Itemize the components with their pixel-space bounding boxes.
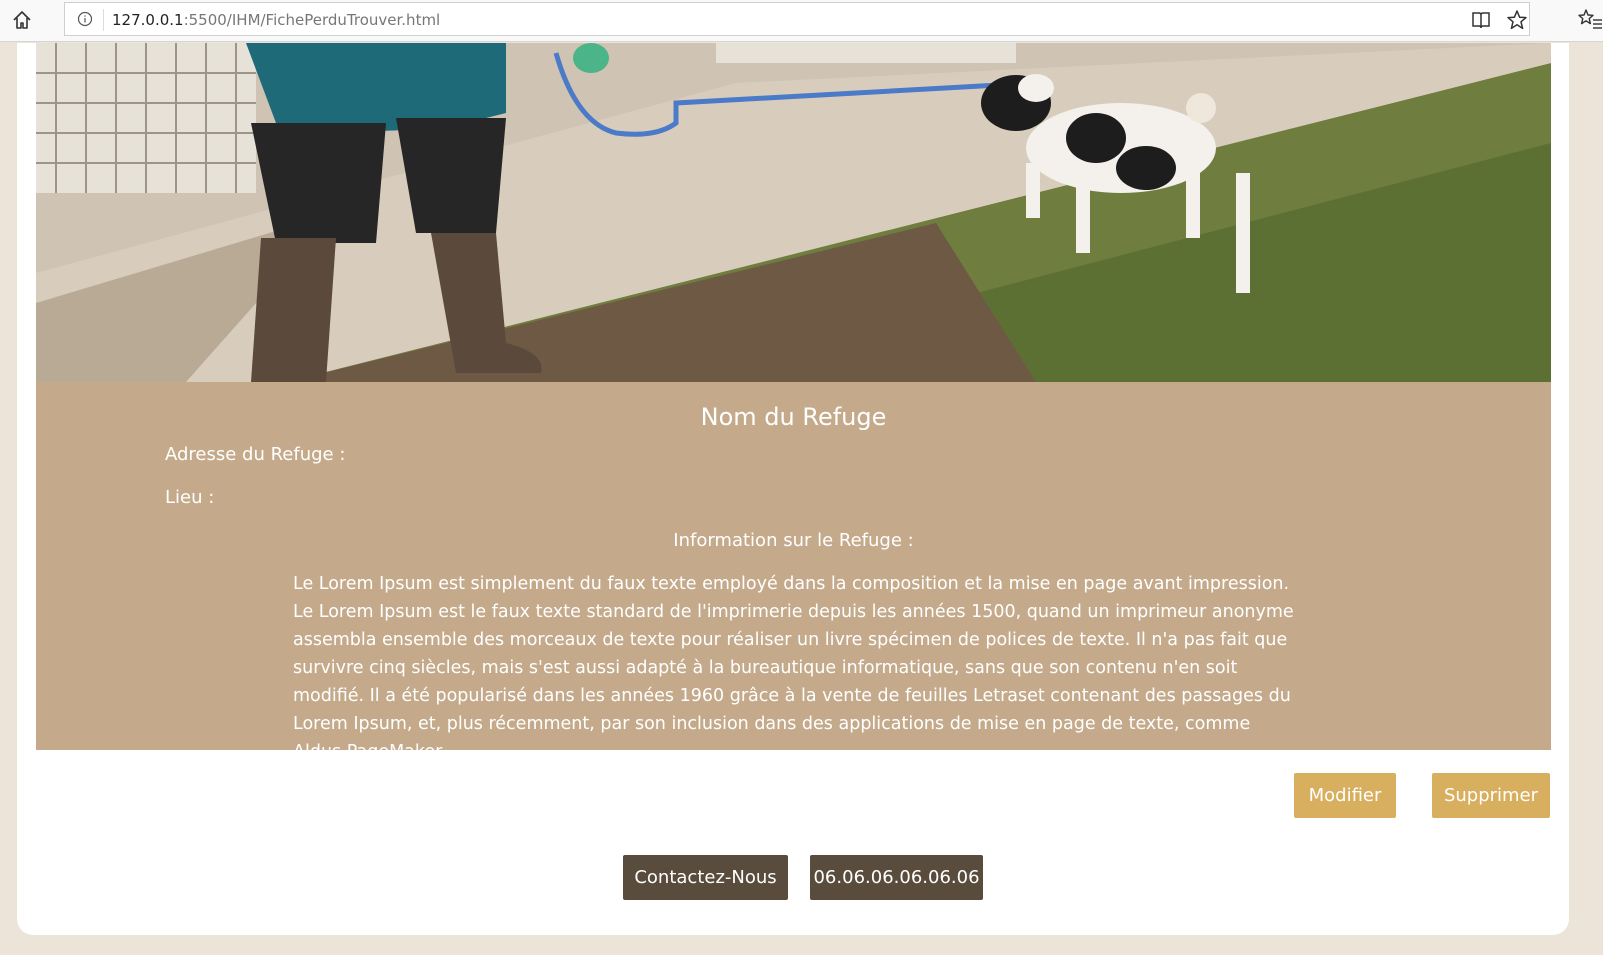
refuge-address-label: Adresse du Refuge : (165, 444, 346, 465)
info-icon[interactable] (77, 11, 93, 27)
hero-photo-dog-walk (36, 43, 1551, 382)
refuge-info-title: Information sur le Refuge : (673, 530, 914, 551)
supprimer-button[interactable]: Supprimer (1432, 773, 1550, 818)
home-button[interactable] (8, 6, 36, 34)
refuge-name: Nom du Refuge (700, 403, 887, 431)
url-separator (103, 9, 104, 31)
modifier-button[interactable]: Modifier (1294, 773, 1396, 818)
home-icon (13, 11, 31, 29)
url-path: :5500/IHM/FichePerduTrouver.html (183, 11, 441, 29)
reader-view-icon[interactable] (1469, 8, 1493, 32)
page-card: Nom du Refuge Adresse du Refuge : Lieu :… (17, 43, 1569, 935)
refuge-info-panel: Nom du Refuge Adresse du Refuge : Lieu :… (36, 382, 1551, 762)
contact-button[interactable]: Contactez-Nous (623, 855, 788, 900)
hero-image (36, 43, 1551, 382)
url-host: 127.0.0.1 (112, 11, 184, 29)
phone-button[interactable]: 06.06.06.06.06.06 (810, 855, 983, 900)
browser-toolbar: 127.0.0.1:5500/IHM/FichePerduTrouver.htm… (0, 0, 1603, 42)
refuge-lieu-label: Lieu : (165, 487, 215, 508)
address-bar[interactable]: 127.0.0.1:5500/IHM/FichePerduTrouver.htm… (64, 2, 1530, 36)
favorites-icon[interactable] (1576, 6, 1602, 32)
url-text[interactable]: 127.0.0.1:5500/IHM/FichePerduTrouver.htm… (112, 11, 440, 29)
star-icon[interactable] (1505, 8, 1529, 32)
refuge-description: Le Lorem Ipsum est simplement du faux te… (293, 574, 1294, 762)
